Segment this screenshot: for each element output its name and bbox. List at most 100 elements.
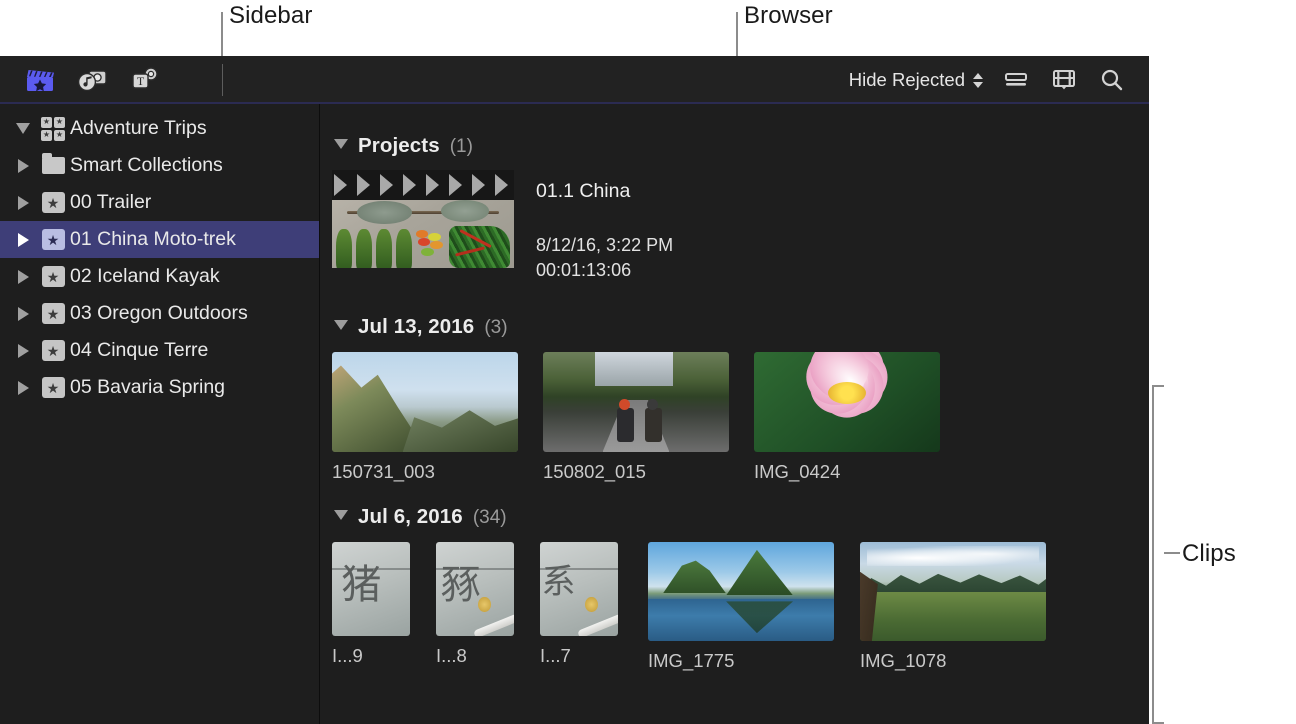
svg-text:T: T (137, 74, 145, 88)
clip-thumbnail[interactable]: 豩 (436, 542, 514, 636)
sidebar: ★★★★ Adventure Trips Smart Collections ★… (0, 104, 319, 724)
clip-thumbnail[interactable]: 系 (540, 542, 618, 636)
section-count: (1) (450, 136, 473, 158)
photos-audio-icon[interactable] (66, 60, 118, 100)
clip-name: 150731_003 (332, 461, 518, 483)
clip-appearance-button[interactable] (993, 60, 1039, 100)
sidebar-item-label: 01 China Moto-trek (70, 228, 236, 251)
annotation-bracket-tick (1164, 552, 1180, 554)
annotation-label-clips: Clips (1182, 540, 1236, 568)
annotation-bracket-top (1152, 385, 1164, 387)
sidebar-item-04-cinque-terre[interactable]: ★ 04 Cinque Terre (0, 332, 319, 369)
clip-thumbnail[interactable] (754, 352, 940, 452)
event-star-icon: ★ (36, 266, 70, 287)
folder-icon (36, 157, 70, 174)
sidebar-item-adventure-trips[interactable]: ★★★★ Adventure Trips (0, 110, 319, 147)
disclosure-right-icon[interactable] (10, 381, 36, 395)
clip-item[interactable]: 150802_015 (543, 352, 729, 483)
section-title: Jul 6, 2016 (358, 505, 463, 529)
section-header-jul13[interactable]: Jul 13, 2016 (3) (320, 315, 1149, 339)
clip-item[interactable]: IMG_1078 (860, 542, 1046, 672)
sidebar-item-smart-collections[interactable]: Smart Collections (0, 147, 319, 184)
libraries-icon[interactable] (14, 60, 66, 100)
clip-name: IMG_1775 (648, 650, 834, 672)
clip-thumbnail[interactable]: 猪 (332, 542, 410, 636)
clip-item[interactable]: IMG_0424 (754, 352, 940, 483)
library-grid-icon: ★★★★ (36, 117, 70, 141)
browser-body: ★★★★ Adventure Trips Smart Collections ★… (0, 104, 1149, 724)
sidebar-item-label: 02 Iceland Kayak (70, 265, 220, 288)
clip-item[interactable]: 豩 I...8 (436, 542, 514, 672)
browser-toolbar: T Hide Rejected (0, 56, 1149, 104)
clip-item[interactable]: 系 I...7 (540, 542, 618, 672)
annotation-leader-browser (736, 12, 738, 60)
sidebar-item-02-iceland-kayak[interactable]: ★ 02 Iceland Kayak (0, 258, 319, 295)
clip-name: IMG_0424 (754, 461, 940, 483)
section-header-projects[interactable]: Projects (1) (320, 134, 1149, 158)
clip-thumbnail[interactable] (860, 542, 1046, 641)
sidebar-item-label: 03 Oregon Outdoors (70, 302, 248, 325)
sidebar-item-label: Smart Collections (70, 154, 223, 177)
project-duration: 00:01:13:06 (536, 260, 673, 281)
disclosure-right-icon[interactable] (10, 307, 36, 321)
disclosure-right-icon[interactable] (10, 196, 36, 210)
event-star-icon: ★ (36, 229, 70, 250)
clip-item[interactable]: IMG_1775 (648, 542, 834, 672)
project-row[interactable]: 01.1 China 8/12/16, 3:22 PM 00:01:13:06 (320, 170, 1149, 281)
section-count: (34) (473, 507, 507, 529)
search-icon[interactable] (1089, 60, 1135, 100)
sidebar-item-label: 00 Trailer (70, 191, 151, 214)
clip-name: I...7 (540, 645, 618, 667)
chevron-updown-icon (973, 73, 983, 88)
section-title: Projects (358, 134, 440, 158)
disclosure-right-icon[interactable] (10, 344, 36, 358)
section-title: Jul 13, 2016 (358, 315, 474, 339)
sidebar-item-01-china-moto-trek[interactable]: ★ 01 China Moto-trek (0, 221, 319, 258)
sidebar-item-label: 05 Bavaria Spring (70, 376, 225, 399)
toolbar-left-icon-group: T (0, 60, 170, 100)
clip-thumbnail[interactable] (332, 352, 518, 452)
disclosure-down-icon[interactable] (334, 510, 348, 520)
clip-name: 150802_015 (543, 461, 729, 483)
screenshot-stage: Sidebar Browser Clips (0, 0, 1296, 724)
clip-item[interactable]: 150731_003 (332, 352, 518, 483)
toolbar-separator (222, 64, 223, 96)
sidebar-item-03-oregon-outdoors[interactable]: ★ 03 Oregon Outdoors (0, 295, 319, 332)
disclosure-right-icon[interactable] (10, 233, 36, 247)
disclosure-down-icon[interactable] (10, 123, 36, 134)
disclosure-down-icon[interactable] (334, 139, 348, 149)
disclosure-right-icon[interactable] (10, 159, 36, 173)
toolbar-right-group: Hide Rejected (845, 60, 1149, 100)
project-name: 01.1 China (536, 180, 673, 203)
sidebar-item-label: Adventure Trips (70, 117, 207, 140)
project-thumbnail-image (332, 200, 514, 268)
clip-thumbnail[interactable] (543, 352, 729, 452)
event-star-icon: ★ (36, 303, 70, 324)
annotation-bracket-vertical (1152, 385, 1154, 724)
filter-popup-button[interactable]: Hide Rejected (845, 69, 991, 91)
titles-generators-icon[interactable]: T (118, 60, 170, 100)
project-filmstrip-band (332, 170, 514, 200)
sidebar-item-label: 04 Cinque Terre (70, 339, 208, 362)
final-cut-pro-window: T Hide Rejected (0, 56, 1149, 724)
section-header-jul6[interactable]: Jul 6, 2016 (34) (320, 505, 1149, 529)
filmstrip-view-button[interactable] (1041, 60, 1087, 100)
section-count: (3) (484, 317, 507, 339)
project-thumbnail[interactable] (332, 170, 514, 268)
event-star-icon: ★ (36, 377, 70, 398)
sidebar-item-00-trailer[interactable]: ★ 00 Trailer (0, 184, 319, 221)
clip-thumbnail[interactable] (648, 542, 834, 641)
sidebar-item-05-bavaria-spring[interactable]: ★ 05 Bavaria Spring (0, 369, 319, 406)
clip-item[interactable]: 猪 I...9 (332, 542, 410, 672)
event-star-icon: ★ (36, 340, 70, 361)
browser-pane: Projects (1) (320, 104, 1149, 724)
disclosure-right-icon[interactable] (10, 270, 36, 284)
annotation-label-sidebar: Sidebar (229, 2, 312, 30)
clip-name: I...9 (332, 645, 410, 667)
project-metadata: 01.1 China 8/12/16, 3:22 PM 00:01:13:06 (536, 170, 673, 281)
project-date: 8/12/16, 3:22 PM (536, 235, 673, 256)
clip-name: I...8 (436, 645, 514, 667)
disclosure-down-icon[interactable] (334, 320, 348, 330)
annotation-label-browser: Browser (744, 2, 833, 30)
clip-name: IMG_1078 (860, 650, 1046, 672)
